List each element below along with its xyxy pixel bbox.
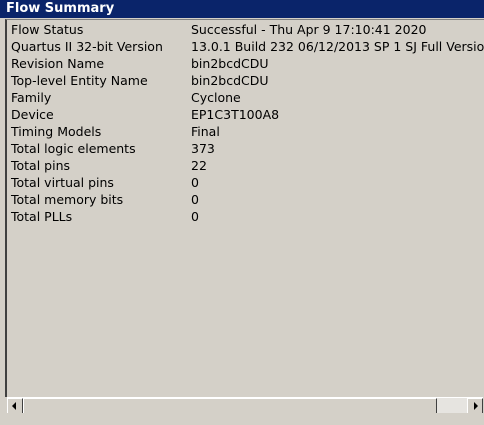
row-key: Total virtual pins	[11, 175, 114, 190]
summary-table: Flow Status Successful - Thu Apr 9 17:10…	[5, 19, 484, 397]
row-value: bin2bcdCDU	[191, 56, 269, 71]
row-key: Total logic elements	[11, 141, 136, 156]
row-value: bin2bcdCDU	[191, 73, 269, 88]
table-row: Total logic elements 373	[11, 140, 484, 157]
row-key: Device	[11, 107, 54, 122]
panel-title: Flow Summary	[0, 0, 484, 18]
scrollbar-thumb[interactable]	[23, 398, 437, 414]
table-row: Family Cyclone	[11, 89, 484, 106]
table-row: Total memory bits 0	[11, 191, 484, 208]
scroll-right-button[interactable]	[467, 398, 483, 414]
table-row: Total pins 22	[11, 157, 484, 174]
row-key: Total memory bits	[11, 192, 124, 207]
horizontal-scrollbar[interactable]	[7, 397, 483, 414]
table-row: Quartus II 32-bit Version 13.0.1 Build 2…	[11, 38, 484, 55]
row-value: 0	[191, 175, 199, 190]
table-row: Device EP1C3T100A8	[11, 106, 484, 123]
row-key: Total pins	[11, 158, 71, 173]
row-key: Quartus II 32-bit Version	[11, 39, 163, 54]
row-key: Flow Status	[11, 22, 84, 37]
table-row: Total PLLs 0	[11, 208, 484, 225]
row-key: Family	[11, 90, 52, 105]
row-value: 373	[191, 141, 215, 156]
row-key: Top-level Entity Name	[11, 73, 148, 88]
arrow-left-icon	[12, 402, 16, 410]
row-value: 22	[191, 158, 207, 173]
scroll-left-button[interactable]	[7, 398, 23, 414]
row-value: EP1C3T100A8	[191, 107, 280, 122]
row-value: Cyclone	[191, 90, 241, 105]
row-value: 0	[191, 209, 199, 224]
arrow-right-icon	[474, 402, 478, 410]
row-key: Timing Models	[11, 124, 102, 139]
row-key: Total PLLs	[11, 209, 73, 224]
table-row: Flow Status Successful - Thu Apr 9 17:10…	[11, 21, 484, 38]
panel-bottom-edge	[0, 413, 484, 425]
table-row: Total virtual pins 0	[11, 174, 484, 191]
flow-summary-panel: Flow Summary Flow Status Successful - Th…	[0, 0, 484, 425]
table-row: Revision Name bin2bcdCDU	[11, 55, 484, 72]
table-row: Top-level Entity Name bin2bcdCDU	[11, 72, 484, 89]
table-row: Timing Models Final	[11, 123, 484, 140]
row-key: Revision Name	[11, 56, 105, 71]
row-value: Final	[191, 124, 220, 139]
row-value: 0	[191, 192, 199, 207]
row-value: 13.0.1 Build 232 06/12/2013 SP 1 SJ Full…	[191, 39, 484, 54]
row-value: Successful - Thu Apr 9 17:10:41 2020	[191, 22, 427, 37]
